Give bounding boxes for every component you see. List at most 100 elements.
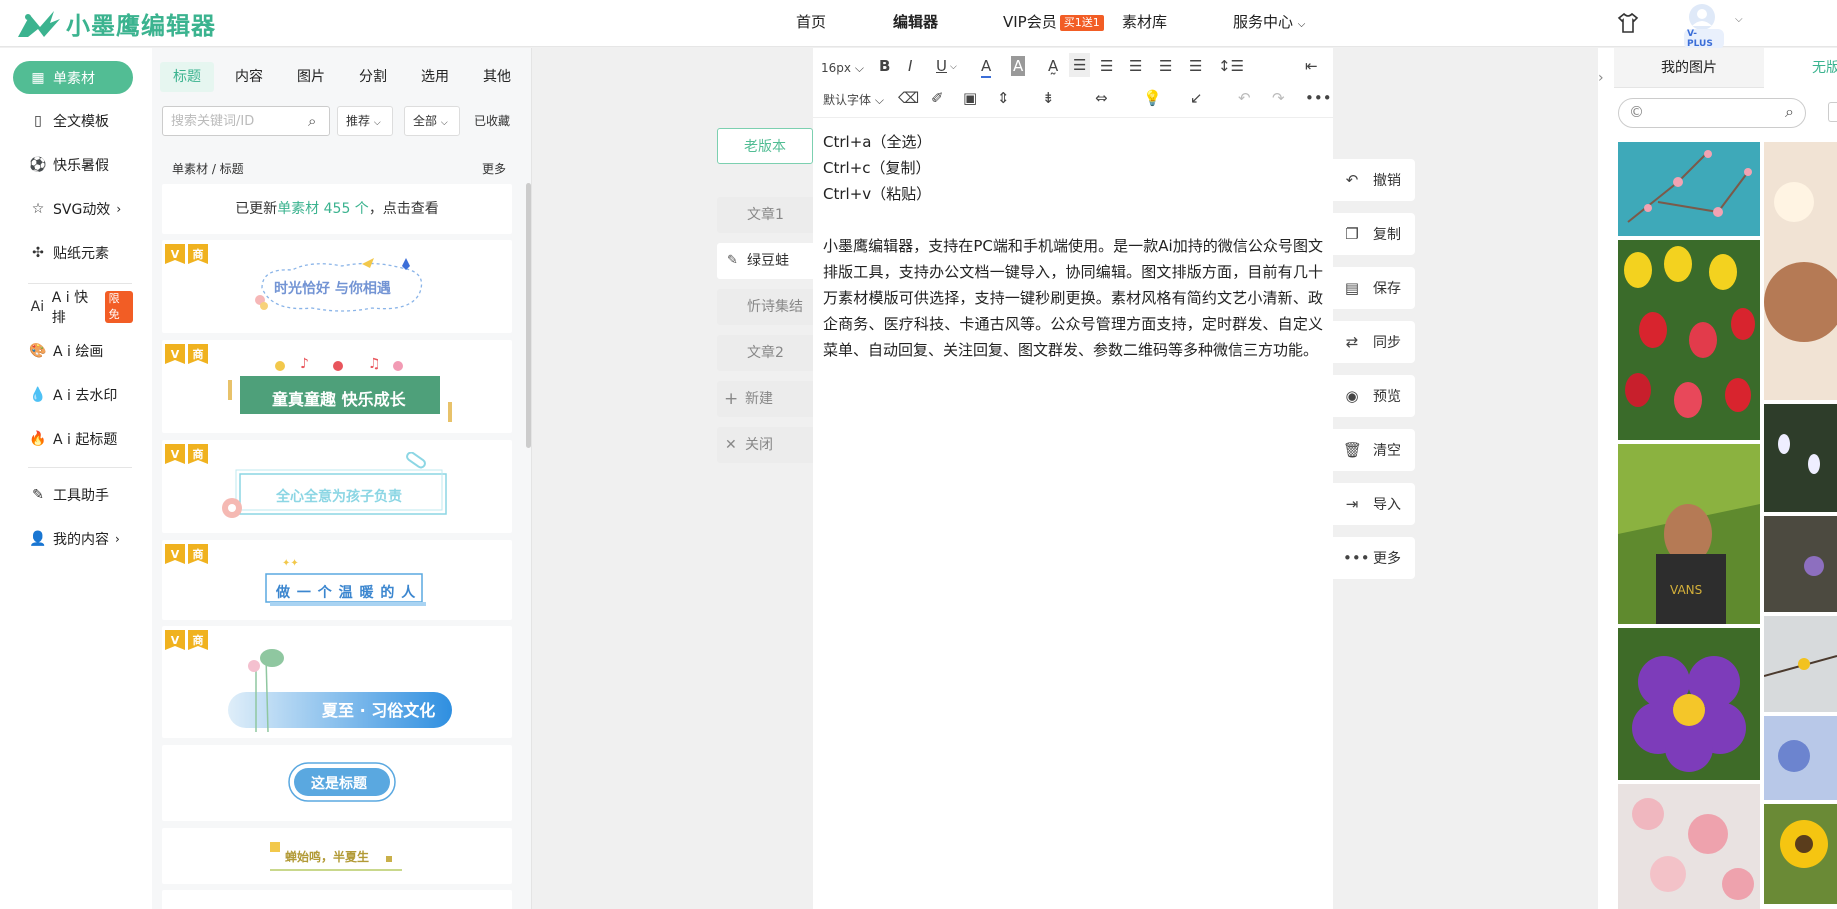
format-brush-icon[interactable]: ✐	[931, 88, 944, 108]
article-tab[interactable]: 文章2	[717, 335, 813, 371]
chevron-down-icon[interactable]: ⌵	[950, 57, 957, 77]
sync-button[interactable]: ⇄ 同步	[1333, 321, 1415, 363]
nav-service[interactable]: 服务中心 ⌵	[1233, 0, 1305, 47]
font-size-select[interactable]: 16px ⌵	[821, 58, 864, 78]
tab-content[interactable]: 内容	[222, 62, 276, 92]
avatar[interactable]: V-PLUS	[1680, 2, 1724, 49]
more-link[interactable]: 更多	[482, 160, 506, 177]
image-thumb-blossom[interactable]	[1618, 142, 1760, 236]
bold-icon[interactable]: B	[879, 56, 890, 76]
rail-item-templates[interactable]: ▯ 全文模板	[13, 104, 133, 137]
chevron-right-icon[interactable]: ›	[1598, 70, 1604, 86]
spacing-icon[interactable]: ⇕	[997, 88, 1010, 108]
align-left-icon[interactable]: ☰	[1069, 53, 1091, 77]
filter-all-select[interactable]: 全部 ⌵	[404, 106, 460, 136]
preview-button[interactable]: ◉ 预览	[1333, 375, 1415, 417]
filter-stub[interactable]	[1828, 102, 1837, 122]
collected-toggle[interactable]: 已收藏	[474, 112, 510, 129]
image-thumb-sunflower[interactable]	[1764, 804, 1837, 904]
rail-item-summer[interactable]: ⚽ 快乐暑假	[13, 148, 133, 181]
rail-item-single-material[interactable]: ▦ 单素材	[13, 61, 133, 94]
material-card[interactable]: V商 时光恰好 与你相遇	[162, 240, 512, 333]
article-tab[interactable]: 忻诗集结	[717, 289, 813, 325]
exit-icon[interactable]: ⇤	[1305, 56, 1318, 76]
nav-vip[interactable]: VIP会员 买1送1	[1003, 0, 1104, 47]
image-search-input[interactable]: © ⌕	[1618, 98, 1806, 128]
editor-content[interactable]: Ctrl+a（全选） Ctrl+c（复制） Ctrl+v（粘贴） 小墨鹰编辑器，…	[823, 129, 1323, 363]
close-article-button[interactable]: ✕ 关闭	[717, 427, 813, 463]
image-thumb-pink-blossom[interactable]	[1618, 784, 1760, 909]
rail-item-tools[interactable]: ✎ 工具助手	[13, 478, 133, 511]
nav-materials[interactable]: 素材库	[1122, 0, 1167, 47]
undo-button[interactable]: ↶ 撤销	[1333, 159, 1415, 201]
search-icon[interactable]: ⌕	[308, 112, 316, 130]
eraser-icon[interactable]: ⌫	[898, 88, 919, 108]
old-version-button[interactable]: 老版本	[717, 128, 813, 164]
material-card[interactable]	[162, 890, 512, 909]
tshirt-icon[interactable]	[1617, 12, 1639, 38]
indent-icon[interactable]: ☰	[1189, 56, 1202, 76]
more-button[interactable]: ••• 更多	[1333, 537, 1415, 579]
material-card[interactable]: V商 ♪ ♫ 童真童趣 快乐成长	[162, 340, 512, 433]
align-justify-icon[interactable]: ☰	[1159, 56, 1172, 76]
nav-editor[interactable]: 编辑器	[893, 0, 938, 47]
update-notice[interactable]: 已更新单素材 455 个，点击查看	[162, 184, 512, 234]
image-thumb-bokeh[interactable]	[1764, 142, 1837, 400]
material-card[interactable]: V商 夏至 · 习俗文化	[162, 626, 512, 738]
align-center-icon[interactable]: ☰	[1100, 56, 1113, 76]
bulb-icon[interactable]: 💡	[1143, 88, 1162, 108]
font-color-icon[interactable]: A	[981, 56, 992, 78]
rail-item-ai-draw[interactable]: 🎨 A i 绘画	[13, 334, 133, 367]
logo[interactable]: 小墨鹰编辑器	[14, 6, 216, 41]
tab-my-images[interactable]: 我的图片	[1614, 48, 1764, 88]
tab-free-images[interactable]: 无版权图片	[1812, 48, 1837, 88]
material-card[interactable]: V商 ✦✦ 做 一 个 温 暖 的 人	[162, 540, 512, 620]
material-card[interactable]: 这是标题	[162, 745, 512, 821]
image-thumb-tulips[interactable]	[1618, 240, 1760, 440]
image-thumb-man-grass[interactable]: VANS	[1618, 444, 1760, 624]
undo-icon[interactable]: ↶	[1238, 88, 1251, 108]
nav-home[interactable]: 首页	[796, 0, 826, 47]
clear-button[interactable]: 🗑 清空	[1333, 429, 1415, 471]
filter-recommend-select[interactable]: 推荐 ⌵	[337, 106, 393, 136]
text-effect-icon[interactable]: A̰	[1048, 56, 1058, 76]
tab-title[interactable]: 标题	[160, 62, 214, 92]
rail-item-stickers[interactable]: ✣ 贴纸元素	[13, 236, 133, 269]
image-thumb-blue-flowers[interactable]	[1764, 716, 1837, 800]
redo-icon[interactable]: ↷	[1272, 88, 1285, 108]
image-thumb-snowdrops[interactable]	[1764, 404, 1837, 512]
material-card[interactable]: 蝉始鸣，半夏生	[162, 828, 512, 884]
font-family-select[interactable]: 默认字体 ⌵	[823, 90, 884, 110]
underline-icon[interactable]: U	[936, 56, 947, 76]
search-icon[interactable]: ⌕	[1785, 102, 1794, 122]
material-card[interactable]: V商 全心全意为孩子负责	[162, 440, 512, 533]
tab-divider[interactable]: 分割	[346, 62, 400, 92]
save-button[interactable]: ▤ 保存	[1333, 267, 1415, 309]
arrow-icon[interactable]: ↙	[1190, 88, 1203, 108]
image-icon[interactable]: ▣	[963, 88, 977, 108]
tab-choose[interactable]: 选用	[408, 62, 462, 92]
rail-item-ai-title[interactable]: 🔥 A i 起标题	[13, 422, 133, 455]
rail-item-ai-watermark[interactable]: 💧 A i 去水印	[13, 378, 133, 411]
scrollbar[interactable]	[526, 183, 531, 448]
tab-image[interactable]: 图片	[284, 62, 338, 92]
rail-item-svg[interactable]: ☆ SVG动效 ›	[13, 192, 133, 225]
more-icon[interactable]: •••	[1305, 88, 1332, 108]
italic-icon[interactable]: I	[908, 56, 912, 76]
rail-item-my-content[interactable]: 👤 我的内容 ›	[13, 522, 133, 555]
new-article-button[interactable]: + 新建	[717, 381, 813, 417]
article-tab-active[interactable]: ✎ 绿豆蛙	[717, 243, 813, 279]
paragraph-spacing-icon[interactable]: ⇟	[1042, 88, 1055, 108]
update-link[interactable]: 单素材 455 个	[277, 201, 369, 217]
line-height-icon[interactable]: ↕☰	[1218, 56, 1244, 76]
chevron-down-icon[interactable]: ⌵	[1735, 14, 1743, 25]
rail-item-ai-layout[interactable]: Ai A i 快排 限免	[13, 290, 134, 326]
margin-icon[interactable]: ⇔	[1095, 88, 1108, 108]
image-thumb-yellow-branch[interactable]	[1764, 616, 1837, 712]
image-thumb-dark-plant[interactable]	[1764, 516, 1837, 612]
material-search-input[interactable]	[162, 106, 330, 136]
article-tab[interactable]: 文章1	[717, 197, 813, 233]
image-thumb-purple-flower[interactable]	[1618, 628, 1760, 780]
highlight-icon[interactable]: A	[1011, 56, 1026, 76]
import-button[interactable]: ⇥ 导入	[1333, 483, 1415, 525]
